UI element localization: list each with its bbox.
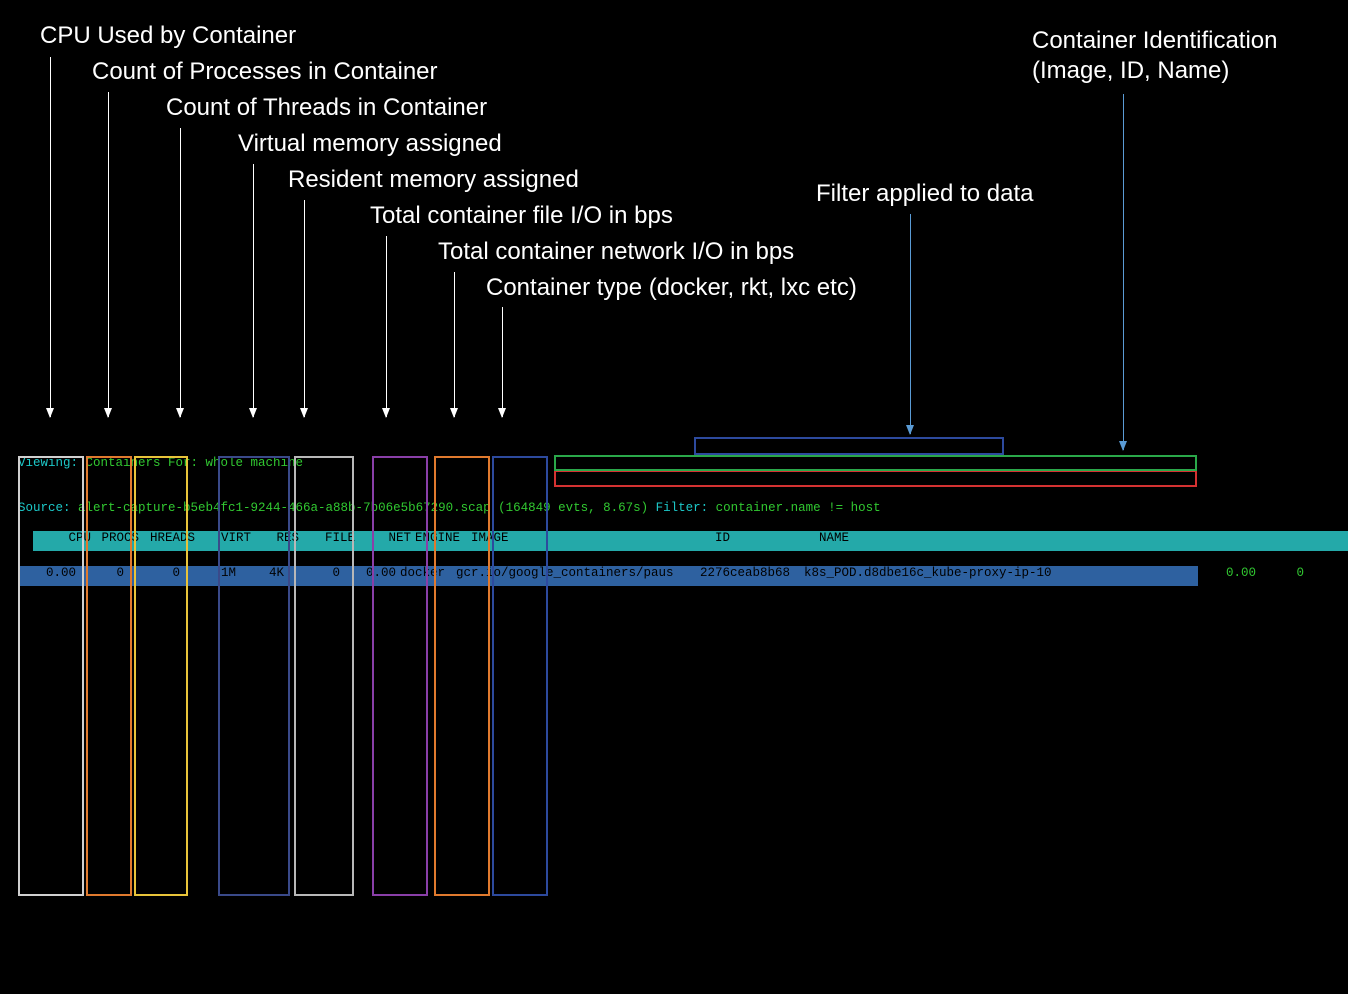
arrow-down-icon [502,307,503,417]
table-body: 0.00001M4K00.00dockergcr.io/google_conta… [18,566,1348,586]
arrow-down-icon [304,200,305,417]
table-row[interactable]: 0.00001M4K00.00dockergcr.io/google_conta… [1198,566,1348,586]
annot-file: Total container file I/O in bps [370,202,673,230]
arrow-down-icon [108,92,109,417]
annot-res: Resident memory assigned [288,166,579,194]
annot-procs: Count of Processes in Container [92,58,438,86]
annot-virt: Virtual memory assigned [238,130,502,158]
arrow-down-icon [910,214,911,434]
annot-engine: Container type (docker, rkt, lxc etc) [486,274,857,302]
terminal-output: Viewing: Containers For: whole machine S… [18,426,1348,601]
arrow-down-icon [1123,94,1124,450]
annot-ident: Container Identification (Image, ID, Nam… [1032,26,1332,86]
status-line-viewing: Viewing: Containers For: whole machine [18,456,1348,471]
arrow-down-icon [386,236,387,417]
annot-net: Total container network I/O in bps [438,238,794,266]
arrow-down-icon [253,164,254,417]
annot-threads: Count of Threads in Container [166,94,487,122]
annot-filter: Filter applied to data [816,180,1033,208]
arrow-down-icon [454,272,455,417]
status-line-source: Source: alert-capture-b5eb4fc1-9244-466a… [18,501,1348,516]
table-header-row: CPUPROCSHREADSVIRTRESFILENETENGINEIMAGEI… [33,531,1348,551]
annot-cpu: CPU Used by Container [40,22,296,50]
arrow-down-icon [50,57,51,417]
table-row[interactable]: 0.00001M4K00.00dockergcr.io/google_conta… [18,566,1198,586]
arrow-down-icon [180,128,181,417]
